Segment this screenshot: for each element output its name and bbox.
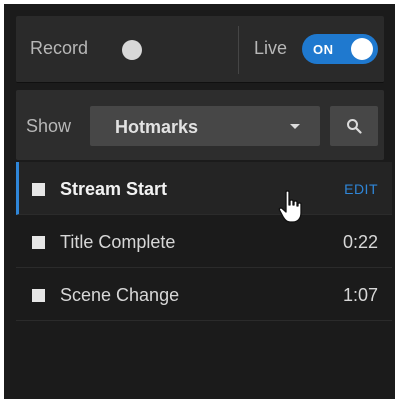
hotmark-label: Title Complete — [60, 232, 176, 252]
hotmark-label: Stream Start — [60, 179, 168, 199]
search-icon — [347, 119, 362, 134]
live-toggle-text: ON — [313, 42, 334, 57]
record-live-bar: Record Live ON — [16, 16, 384, 83]
hotmark-row-stream-start[interactable]: Stream Start EDIT — [16, 162, 392, 215]
show-label: Show — [26, 116, 72, 136]
hotmark-checkbox[interactable] — [32, 289, 45, 302]
show-select-value: Hotmarks — [115, 117, 199, 137]
caret-down-icon — [290, 124, 300, 129]
edit-link[interactable]: EDIT — [344, 181, 378, 197]
hotmark-checkbox[interactable] — [32, 183, 45, 196]
hotmark-row-title-complete[interactable]: Title Complete 0:22 — [16, 215, 392, 268]
hotmarks-panel: Record Live ON Show Hotmarks Stream Star… — [4, 4, 395, 399]
live-toggle[interactable]: ON — [302, 34, 378, 64]
hotmark-time: 0:22 — [342, 232, 378, 252]
hotmark-list: Stream Start EDIT Title Complete 0:22 Sc… — [16, 162, 392, 321]
search-button[interactable] — [330, 106, 378, 146]
hotmark-row-scene-change[interactable]: Scene Change 1:07 — [16, 268, 392, 321]
record-label: Record — [30, 38, 89, 58]
hotmark-label: Scene Change — [60, 285, 180, 305]
record-toggle[interactable] — [122, 40, 142, 60]
hand-pointer-icon — [278, 190, 302, 223]
toggle-knob — [351, 38, 373, 60]
filter-bar: Show Hotmarks — [16, 90, 384, 160]
live-label: Live — [254, 38, 288, 58]
divider — [238, 26, 239, 74]
hotmark-checkbox[interactable] — [32, 236, 45, 249]
hotmark-time: 1:07 — [342, 285, 378, 305]
show-select[interactable]: Hotmarks — [90, 106, 320, 146]
